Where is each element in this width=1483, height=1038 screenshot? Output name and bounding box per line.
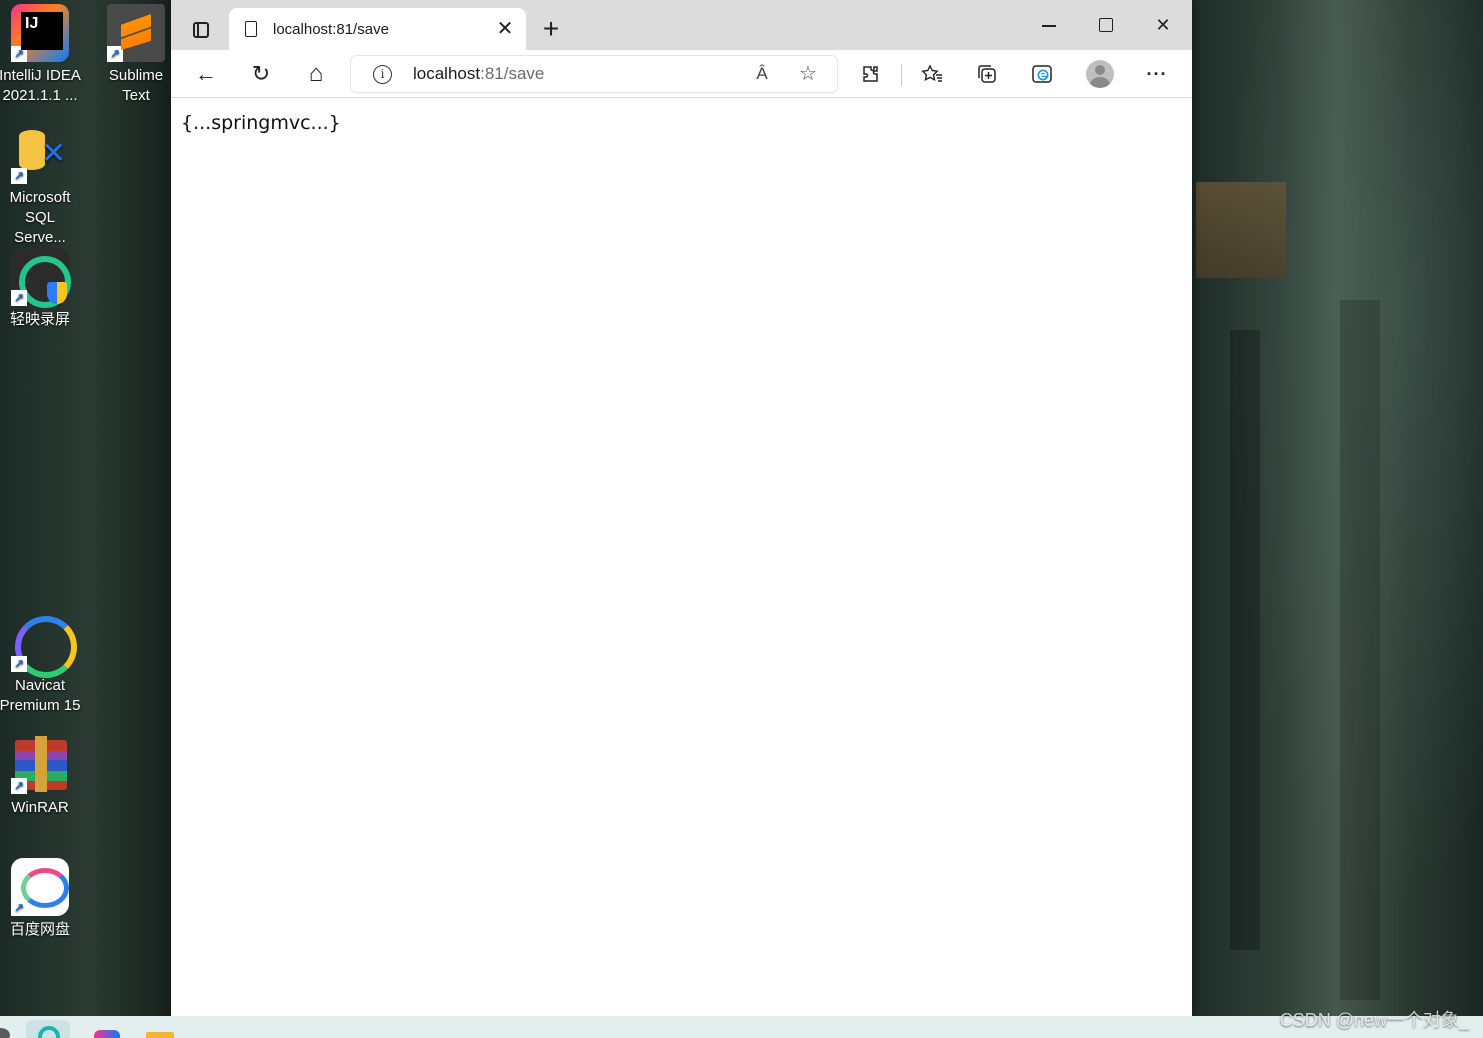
tab-active[interactable]: localhost:81/save ✕ [229, 8, 526, 50]
desktop-icon-intellij[interactable]: ↗ IntelliJ IDEA 2021.1.1 ... [0, 4, 82, 106]
desktop-icon-label: IntelliJ IDEA 2021.1.1 ... [0, 67, 81, 104]
shortcut-arrow-icon: ↗ [11, 900, 27, 916]
minimize-icon[interactable] [1029, 8, 1069, 42]
tab-title: localhost:81/save [273, 20, 389, 38]
edge-taskbar-icon [38, 1026, 60, 1038]
screen-recorder-icon: ↗ [11, 248, 71, 308]
taskbar-app-intellij[interactable] [88, 1020, 132, 1038]
wallpaper-shadow [1230, 330, 1260, 950]
sublime-icon: ↗ [107, 4, 165, 62]
file-icon [245, 21, 257, 37]
add-favorite-icon[interactable]: ☆ [793, 59, 823, 89]
search-icon[interactable] [0, 1028, 10, 1038]
maximize-icon[interactable] [1085, 8, 1125, 42]
close-icon[interactable]: ✕ [1143, 8, 1183, 42]
collections-icon-svg [978, 65, 996, 83]
browser-toolbar: ← ↻ ⌂ i localhost:81/save Â ☆ ··· [171, 50, 1192, 98]
tab-bar: localhost:81/save ✕ + ✕ [171, 0, 1192, 50]
desktop-icon-sublime[interactable]: ↗ Sublime Text [94, 4, 178, 106]
desktop-icon-navicat[interactable]: ↗ Navicat Premium 15 [0, 614, 82, 716]
edge-icon-svg [1032, 65, 1052, 83]
shortcut-arrow-icon: ↗ [107, 46, 123, 62]
desktop-icon-label: Sublime Text [108, 67, 164, 104]
favorites-icon-svg [921, 64, 942, 82]
winrar-icon: ↗ [11, 736, 69, 794]
edge-icon[interactable] [1025, 58, 1059, 90]
refresh-icon[interactable]: ↻ [244, 58, 278, 90]
read-aloud-icon[interactable]: Â [747, 59, 777, 89]
desktop-icon-label: WinRAR [11, 799, 69, 816]
desktop-icon-winrar[interactable]: ↗ WinRAR [0, 736, 82, 818]
extensions-icon-svg [863, 66, 878, 82]
desktop-icon-label: Navicat Premium 15 [0, 677, 81, 714]
shortcut-arrow-icon: ↗ [11, 778, 27, 794]
taskbar [0, 1016, 1483, 1038]
intellij-icon: ↗ [11, 4, 69, 62]
profile-icon[interactable] [1086, 60, 1114, 88]
taskbar-app-active[interactable] [26, 1020, 70, 1038]
back-icon[interactable]: ← [189, 58, 223, 90]
desktop-icon-baidu-netdisk[interactable]: ↗ 百度网盘 [0, 858, 82, 940]
desktop-icon-sql-server[interactable]: ↗ Microsoft SQL Serve... [0, 126, 82, 248]
desktop-icon-screen-recorder[interactable]: ↗ 轻映录屏 [0, 248, 82, 330]
wallpaper-sign [1196, 182, 1286, 278]
page-content: {...springmvc...} [171, 98, 1192, 1016]
watermark-text: CSDN @new一个对象_ [1279, 1010, 1469, 1030]
sql-server-icon: ↗ [11, 126, 69, 184]
extensions-icon[interactable] [854, 58, 888, 90]
favorites-icon[interactable] [915, 58, 949, 90]
page-body-text: {...springmvc...} [181, 112, 341, 134]
desktop-icon-label: Microsoft SQL Serve... [9, 189, 71, 246]
url-path: :81/save [480, 64, 545, 83]
browser-window: localhost:81/save ✕ + ✕ ← ↻ ⌂ i localhos… [171, 0, 1192, 1016]
baidu-netdisk-icon: ↗ [11, 858, 69, 916]
toolbar-divider [901, 64, 902, 86]
url-text[interactable]: localhost:81/save [413, 64, 544, 84]
shortcut-arrow-icon: ↗ [11, 168, 27, 184]
shortcut-arrow-icon: ↗ [11, 290, 27, 306]
shortcut-arrow-icon: ↗ [11, 656, 27, 672]
desktop-icon-label: 轻映录屏 [9, 311, 70, 328]
close-icon[interactable]: ✕ [494, 18, 516, 40]
url-host: localhost [413, 64, 481, 83]
info-icon[interactable]: i [373, 65, 392, 84]
folder-icon [146, 1032, 174, 1038]
taskbar-app-explorer[interactable] [140, 1020, 184, 1038]
intellij-taskbar-icon [94, 1030, 120, 1038]
plus-icon[interactable]: + [537, 15, 565, 44]
home-icon[interactable]: ⌂ [299, 58, 333, 90]
tab-actions-icon [193, 22, 209, 38]
tab-actions-button[interactable] [185, 14, 217, 46]
more-icon[interactable]: ··· [1140, 58, 1174, 90]
shortcut-arrow-icon: ↗ [11, 46, 27, 62]
wallpaper-shadow [1340, 300, 1380, 1000]
navicat-icon: ↗ [11, 614, 77, 678]
address-bar[interactable]: i localhost:81/save Â ☆ [351, 56, 837, 92]
desktop-icon-label: 百度网盘 [9, 921, 70, 938]
collections-icon[interactable] [970, 58, 1004, 90]
